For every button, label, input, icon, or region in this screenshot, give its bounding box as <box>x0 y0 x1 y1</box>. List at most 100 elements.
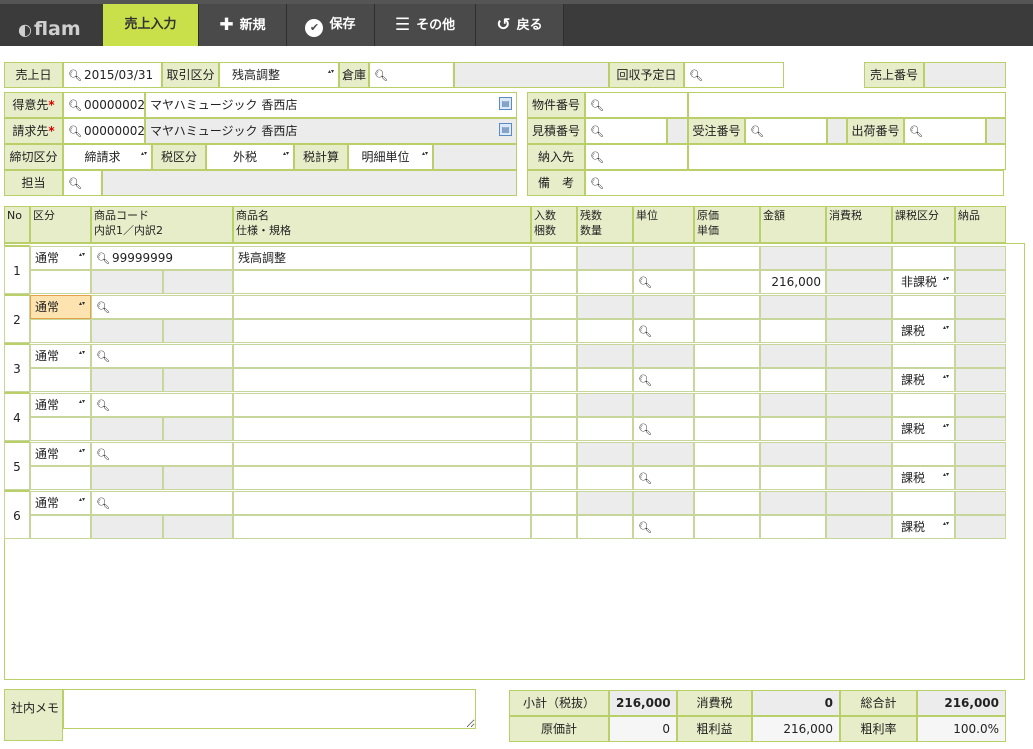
row-code-field[interactable]: 🔍︎ <box>91 344 233 368</box>
search-icon[interactable]: 🔍︎ <box>96 301 110 314</box>
row-unit-field[interactable]: 🔍︎ <box>633 368 694 392</box>
search-icon[interactable]: 🔍︎ <box>638 325 652 338</box>
customer-code-field[interactable]: 🔍︎ 00000002 <box>63 92 145 118</box>
sales-date-field[interactable]: 🔍︎ 2015/03/31 <box>63 62 162 88</box>
search-icon[interactable]: 🔍︎ <box>96 448 110 461</box>
row-spec-field[interactable] <box>233 417 531 441</box>
search-icon[interactable]: 🔍︎ <box>638 276 652 289</box>
order-field[interactable]: 🔍︎ <box>745 118 827 144</box>
property-field[interactable]: 🔍︎ <box>585 92 688 118</box>
row-code-field[interactable]: 🔍︎ <box>91 393 233 417</box>
row-sub1-field[interactable] <box>91 319 163 343</box>
row-qty-field[interactable] <box>531 491 577 515</box>
row-quantity-field[interactable] <box>577 417 633 441</box>
row-taxtype-select[interactable]: 課税 <box>892 515 955 539</box>
row-taxtype-select[interactable]: 課税 <box>892 417 955 441</box>
search-icon[interactable]: 🔍︎ <box>68 177 82 190</box>
row-cost-field[interactable] <box>694 246 760 270</box>
row-name-field[interactable] <box>233 295 531 319</box>
row-name-field[interactable] <box>233 442 531 466</box>
row-code-field[interactable]: 🔍︎ 99999999 <box>91 246 233 270</box>
row-packs-field[interactable] <box>531 515 577 539</box>
row-price-field[interactable] <box>694 515 760 539</box>
closing-select[interactable]: 締請求 <box>63 144 152 170</box>
row-spec-field[interactable] <box>233 466 531 490</box>
warehouse-field[interactable]: 🔍︎ <box>369 62 454 88</box>
search-icon[interactable]: 🔍︎ <box>68 69 82 82</box>
row-qty-field[interactable] <box>531 246 577 270</box>
search-icon[interactable]: 🔍︎ <box>96 399 110 412</box>
search-icon[interactable]: 🔍︎ <box>96 252 110 265</box>
row-kubun-select[interactable]: 通常 <box>30 246 91 270</box>
row-code-field[interactable]: 🔍︎ <box>91 295 233 319</box>
row-kubun-select[interactable]: 通常 <box>30 491 91 515</box>
row-packs-field[interactable] <box>531 270 577 294</box>
row-quantity-field[interactable] <box>577 319 633 343</box>
row-kubun-select[interactable]: 通常 <box>30 344 91 368</box>
row-spec-field[interactable] <box>233 270 531 294</box>
row-sub2-field[interactable] <box>163 319 233 343</box>
row-amount-field[interactable]: 216,000 <box>760 270 826 294</box>
row-kubun-select[interactable]: 通常 <box>30 393 91 417</box>
row-name-field[interactable] <box>233 491 531 515</box>
row-taxtype-select[interactable]: 非課税 <box>892 270 955 294</box>
shipping-field[interactable]: 🔍︎ <box>904 118 986 144</box>
row-unit-field[interactable]: 🔍︎ <box>633 319 694 343</box>
search-icon[interactable]: 🔍︎ <box>638 374 652 387</box>
row-cost-field[interactable] <box>694 393 760 417</box>
delivery-field[interactable]: 🔍︎ <box>585 144 688 170</box>
tab-sales-entry[interactable]: 売上入力 <box>103 4 199 46</box>
search-icon[interactable]: 🔍︎ <box>96 350 110 363</box>
staff-field[interactable]: 🔍︎ <box>63 170 102 196</box>
row-packs-field[interactable] <box>531 466 577 490</box>
tax-calc-select[interactable]: 明細単位 <box>348 144 433 170</box>
row-packs-field[interactable] <box>531 319 577 343</box>
tax-type-select[interactable]: 外税 <box>206 144 294 170</box>
row-amount-field[interactable] <box>760 319 826 343</box>
row-price-field[interactable] <box>694 417 760 441</box>
row-amount-field[interactable] <box>760 417 826 441</box>
new-button[interactable]: ✚ 新規 <box>199 4 287 46</box>
txn-type-select[interactable]: 残高調整 <box>219 62 339 88</box>
search-icon[interactable]: 🔍︎ <box>750 125 764 138</box>
row-price-field[interactable] <box>694 368 760 392</box>
search-icon[interactable]: 🔍︎ <box>96 497 110 510</box>
row-name-field[interactable]: 残高調整 <box>233 246 531 270</box>
row-quantity-field[interactable] <box>577 515 633 539</box>
customer-name-field[interactable]: マヤハミュージック 香西店 ▤ <box>145 92 517 118</box>
row-sub1-field[interactable] <box>91 270 163 294</box>
search-icon[interactable]: 🔍︎ <box>590 125 604 138</box>
search-icon[interactable]: 🔍︎ <box>909 125 923 138</box>
billto-name-field[interactable]: マヤハミュージック 香西店 ▤ <box>145 118 517 144</box>
row-sub2-field[interactable] <box>163 270 233 294</box>
row-price-field[interactable] <box>694 319 760 343</box>
row-amount-field[interactable] <box>760 466 826 490</box>
row-qty-field[interactable] <box>531 344 577 368</box>
memo-input[interactable] <box>63 689 476 729</box>
row-sub1-field[interactable] <box>91 368 163 392</box>
row-price-field[interactable] <box>694 270 760 294</box>
search-icon[interactable]: 🔍︎ <box>638 472 652 485</box>
row-packs-field[interactable] <box>531 417 577 441</box>
row-cost-field[interactable] <box>694 491 760 515</box>
row-quantity-field[interactable] <box>577 466 633 490</box>
row-sub2-field[interactable] <box>163 417 233 441</box>
row-taxtype-select[interactable]: 課税 <box>892 466 955 490</box>
lookup-icon[interactable]: ▤ <box>499 123 512 136</box>
other-button[interactable]: ☰ その他 <box>375 4 476 46</box>
save-button[interactable]: ✔ 保存 <box>287 4 375 46</box>
row-sub2-field[interactable] <box>163 368 233 392</box>
row-sub1-field[interactable] <box>91 417 163 441</box>
row-taxtype-select[interactable]: 課税 <box>892 368 955 392</box>
row-unit-field[interactable]: 🔍︎ <box>633 515 694 539</box>
row-unit-field[interactable]: 🔍︎ <box>633 417 694 441</box>
row-unit-field[interactable]: 🔍︎ <box>633 270 694 294</box>
row-kubun-select[interactable]: 通常 <box>30 295 91 319</box>
row-unit-field[interactable]: 🔍︎ <box>633 466 694 490</box>
search-icon[interactable]: 🔍︎ <box>68 99 82 112</box>
back-button[interactable]: ↺ 戻る <box>476 4 564 46</box>
search-icon[interactable]: 🔍︎ <box>638 521 652 534</box>
remarks-field[interactable]: 🔍︎ <box>585 170 1004 196</box>
row-spec-field[interactable] <box>233 515 531 539</box>
row-taxtype-select[interactable]: 課税 <box>892 319 955 343</box>
